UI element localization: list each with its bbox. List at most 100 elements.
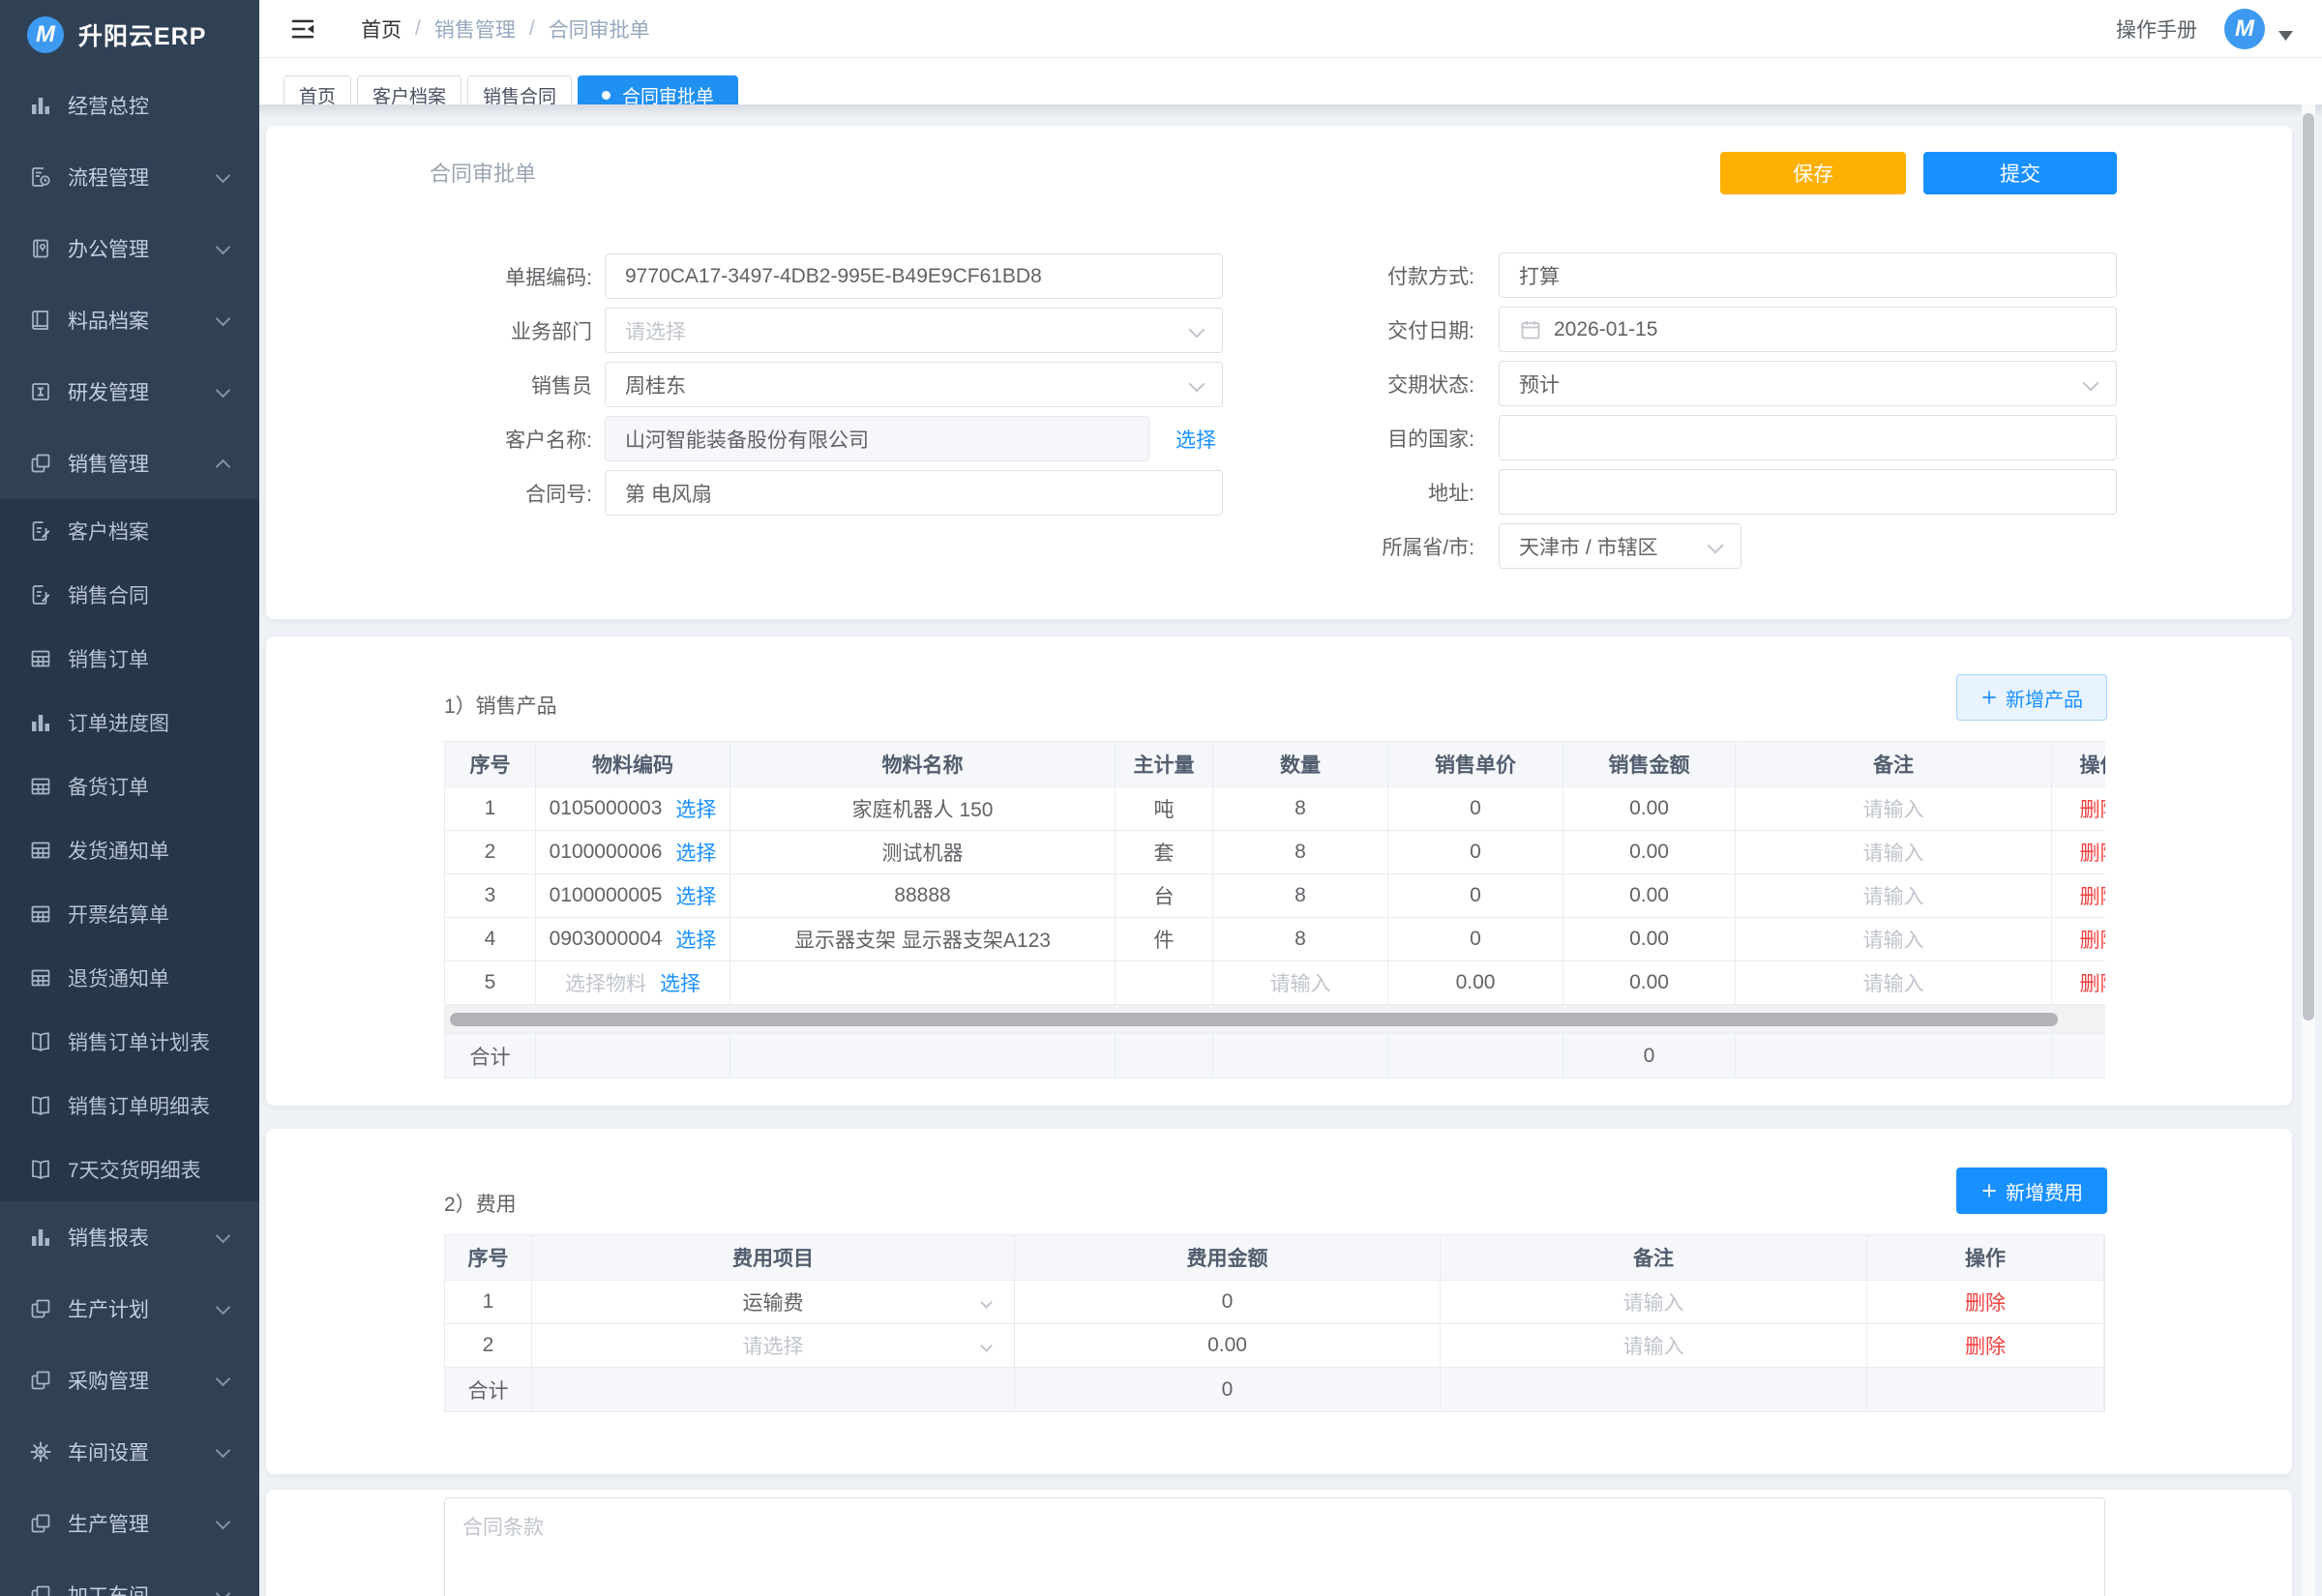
view-tab[interactable]: 合同审批单 [578,75,738,104]
remark-cell[interactable]: 请输入 [1736,831,2052,874]
pick-material-link[interactable]: 选择 [675,881,716,910]
delete-row-link[interactable]: 删除 [2080,794,2106,823]
chevron-down-icon [980,1340,993,1352]
sidebar-item[interactable]: 经营总控 [0,70,259,141]
delete-row-link[interactable]: 删除 [1965,1331,2006,1360]
table-row: 1 运输费 0 请输入 删除 [445,1281,2104,1324]
field-label: 单据编码: [266,262,592,291]
sidebar-item[interactable]: 客户档案 [0,499,259,563]
delivery-date-input[interactable]: 2026-01-15 [1499,307,2117,352]
sidebar-item[interactable]: 料品档案 [0,284,259,356]
vertical-scrollbar-thumb[interactable] [2303,113,2314,1020]
sidebar-item[interactable]: 办公管理 [0,213,259,284]
sidebar-item[interactable]: 生产管理 [0,1488,259,1559]
quantity-cell[interactable]: 请输入 [1213,961,1388,1005]
fee-amount-cell[interactable]: 0.00 [1015,1324,1441,1368]
fee-amount-cell[interactable]: 0 [1015,1281,1441,1324]
remark-placeholder: 请输入 [1863,968,1924,997]
unit-price-cell[interactable]: 0.00 [1388,961,1563,1005]
delete-row-link[interactable]: 删除 [2080,925,2106,954]
add-fee-button[interactable]: 新增费用 [1956,1167,2107,1214]
breadcrumb-module[interactable]: 销售管理 [434,15,516,44]
delete-row-link[interactable]: 删除 [1965,1287,2006,1316]
sidebar-item[interactable]: 订单进度图 [0,691,259,754]
sidebar-item[interactable]: 销售报表 [0,1201,259,1273]
quantity-cell[interactable]: 8 [1213,787,1388,831]
sidebar-collapse-icon[interactable] [288,15,317,44]
contract-no-input[interactable]: 第 电风扇 [605,470,1223,516]
business-dept-select[interactable]: 请选择 [605,308,1223,353]
province-city-select[interactable]: 天津市 / 市辖区 [1499,523,1742,569]
sidebar-item[interactable]: 研发管理 [0,356,259,428]
salesperson-select[interactable]: 周桂东 [605,362,1223,407]
pick-material-link[interactable]: 选择 [660,968,700,997]
sidebar-item-label: 经营总控 [68,91,149,120]
view-tab[interactable]: 销售合同 [467,75,572,104]
breadcrumb-home[interactable]: 首页 [361,15,402,44]
destination-country-input[interactable] [1499,415,2117,460]
page-title: 合同审批单 [430,157,536,188]
sidebar-item[interactable]: 车间设置 [0,1416,259,1488]
unit-price-cell[interactable]: 0 [1388,874,1563,918]
pick-material-link[interactable]: 选择 [675,925,716,954]
sidebar-item[interactable]: 采购管理 [0,1345,259,1416]
delete-row-link[interactable]: 删除 [2080,838,2106,867]
remark-cell[interactable]: 请输入 [1441,1324,1867,1368]
quantity-cell[interactable]: 8 [1213,831,1388,874]
pick-material-link[interactable]: 选择 [675,838,716,867]
sidebar-item-label: 生产计划 [68,1294,149,1323]
sidebar-menu: 经营总控 流程管理 办公管理 料品档案 [0,70,259,1596]
fees-table: 序号 费用项目 费用金额 备注 操作 1 运输费 [444,1234,2105,1412]
sidebar-item[interactable]: 发货通知单 [0,818,259,882]
row-index: 4 [445,918,536,961]
quantity-cell[interactable]: 8 [1213,918,1388,961]
sidebar-item[interactable]: 7天交货明细表 [0,1138,259,1201]
row-index: 1 [445,1281,532,1324]
fee-total: 0 [1015,1368,1441,1411]
unit-price-cell[interactable]: 0 [1388,831,1563,874]
sidebar-item[interactable]: 销售订单计划表 [0,1010,259,1074]
remark-cell[interactable]: 请输入 [1736,874,2052,918]
contract-terms-textarea[interactable] [444,1497,2105,1596]
manual-link[interactable]: 操作手册 [2116,15,2197,44]
sidebar-item[interactable]: 生产计划 [0,1273,259,1345]
sidebar-item[interactable]: 销售订单 [0,627,259,691]
address-input[interactable] [1499,469,2117,515]
avatar[interactable]: M [2224,9,2265,49]
view-tab-label: 客户档案 [372,82,446,105]
sidebar-item[interactable]: 销售合同 [0,563,259,627]
save-button[interactable]: 保存 [1720,152,1906,194]
remark-cell[interactable]: 请输入 [1736,787,2052,831]
delete-row-link[interactable]: 删除 [2080,968,2106,997]
unit-price-cell[interactable]: 0 [1388,918,1563,961]
submit-button[interactable]: 提交 [1923,152,2117,194]
fee-item-select[interactable]: 运输费 [532,1281,1015,1324]
column-header: 操作 [1867,1235,2104,1281]
view-tab[interactable]: 客户档案 [357,75,461,104]
caret-down-icon[interactable] [2278,31,2293,41]
operation-cell: 删除 [2052,918,2105,961]
sidebar-item[interactable]: 加工车间 [0,1559,259,1596]
unit-price-cell[interactable]: 0 [1388,787,1563,831]
horizontal-scrollbar-thumb[interactable] [450,1013,2058,1026]
chevron-icon [216,1299,231,1315]
delivery-status-select[interactable]: 预计 [1499,361,2117,406]
field-label: 业务部门 [266,316,592,345]
sidebar-item[interactable]: 销售管理 [0,428,259,499]
remark-cell[interactable]: 请输入 [1736,918,2052,961]
sidebar-item[interactable]: 流程管理 [0,141,259,213]
remark-cell[interactable]: 请输入 [1736,961,2052,1005]
sidebar-item[interactable]: 退货通知单 [0,946,259,1010]
delete-row-link[interactable]: 删除 [2080,881,2106,910]
pick-material-link[interactable]: 选择 [675,794,716,823]
doc-code-input[interactable]: 9770CA17-3497-4DB2-995E-B49E9CF61BD8 [605,253,1223,299]
payment-method-input[interactable]: 打算 [1499,252,2117,298]
sidebar-item[interactable]: 销售订单明细表 [0,1074,259,1138]
quantity-cell[interactable]: 8 [1213,874,1388,918]
view-tab[interactable]: 首页 [283,75,351,104]
sidebar-item[interactable]: 开票结算单 [0,882,259,946]
remark-cell[interactable]: 请输入 [1441,1281,1867,1324]
add-product-button[interactable]: 新增产品 [1956,674,2107,721]
sidebar-item[interactable]: 备货订单 [0,754,259,818]
fee-item-select[interactable]: 请选择 [532,1324,1015,1368]
